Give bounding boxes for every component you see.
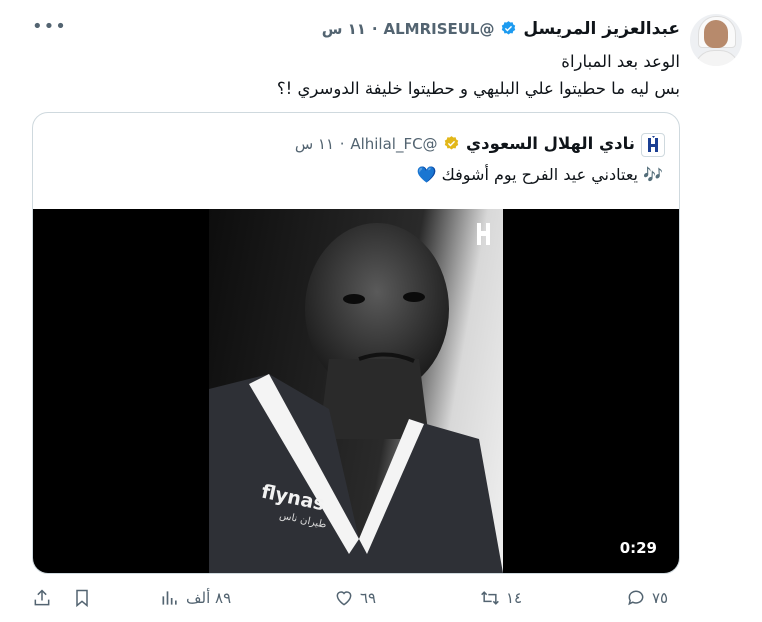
tweet-text-line2: بس ليه ما حطيتوا علي البليهي و حطيتوا خل… bbox=[276, 79, 680, 98]
author-line: عبدالعزيز المريسل @ALMRISEUL · ١١ س bbox=[322, 19, 680, 39]
reply-icon bbox=[628, 590, 644, 606]
repost-count: ١٤ bbox=[506, 589, 523, 607]
separator-dot: · bbox=[371, 20, 378, 38]
reply-button[interactable]: ٧٥ bbox=[626, 588, 668, 608]
quote-time[interactable]: ١١ س bbox=[295, 135, 334, 153]
quote-text: 🎶 يعتادني عيد الفرح يوم أشوفك 💙 bbox=[416, 165, 663, 184]
action-bar: ٧٥ ١٤ ٦٩ ٨٩ ألف bbox=[0, 588, 762, 618]
tweet-text-line1: الوعد بعد المباراة bbox=[561, 52, 680, 71]
more-options-icon[interactable]: ••• bbox=[32, 16, 67, 37]
analytics-icon bbox=[162, 591, 177, 605]
alhilal-logo-icon[interactable] bbox=[641, 133, 665, 157]
verified-gold-badge-icon bbox=[438, 134, 461, 153]
separator-dot: · bbox=[339, 135, 345, 153]
repost-icon bbox=[481, 591, 499, 605]
heart-icon bbox=[336, 591, 352, 606]
tweet-time[interactable]: ١١ س bbox=[322, 20, 366, 38]
verified-badge-icon bbox=[494, 19, 517, 39]
video-duration: 0:29 bbox=[619, 539, 657, 557]
face-shape bbox=[704, 20, 728, 48]
quote-handle[interactable]: @Alhilal_FC bbox=[350, 135, 437, 153]
author-avatar[interactable] bbox=[690, 14, 742, 66]
author-handle[interactable]: @ALMRISEUL bbox=[383, 20, 494, 38]
quoted-tweet[interactable]: نادي الهلال السعودي @Alhilal_FC · ١١ س 🎶… bbox=[32, 112, 680, 574]
quote-author-line: نادي الهلال السعودي @Alhilal_FC · ١١ س bbox=[295, 134, 635, 153]
video-player[interactable]: flynas طيران ناس 0:29 bbox=[33, 209, 679, 573]
views-button[interactable]: ٨٩ ألف bbox=[160, 588, 231, 608]
repost-button[interactable]: ١٤ bbox=[480, 588, 522, 608]
tweet-text: الوعد بعد المباراة بس ليه ما حطيتوا علي … bbox=[40, 48, 680, 102]
like-button[interactable]: ٦٩ bbox=[334, 588, 376, 608]
share-icon bbox=[34, 589, 50, 606]
quote-author-name[interactable]: نادي الهلال السعودي bbox=[466, 134, 635, 153]
thobe-shape bbox=[694, 50, 740, 66]
bookmark-icon bbox=[76, 589, 88, 608]
author-name[interactable]: عبدالعزيز المريسل bbox=[523, 19, 680, 39]
views-count: ٨٩ ألف bbox=[186, 589, 232, 607]
player-photo: flynas طيران ناس bbox=[209, 209, 503, 573]
bookmark-button[interactable] bbox=[72, 588, 92, 608]
like-count: ٦٩ bbox=[360, 589, 377, 607]
reply-count: ٧٥ bbox=[652, 589, 669, 607]
share-button[interactable] bbox=[32, 588, 52, 608]
